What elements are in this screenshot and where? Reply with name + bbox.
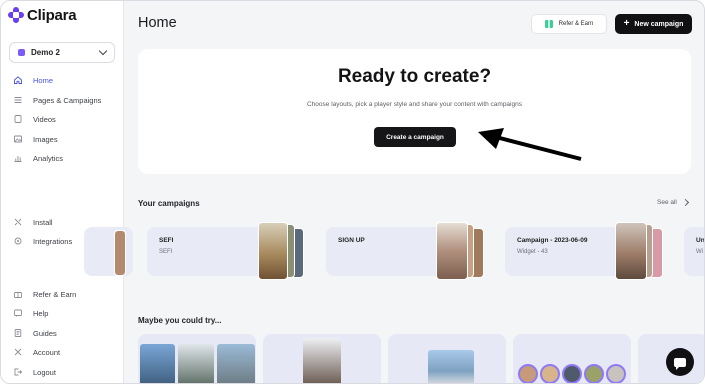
- chat-icon: [674, 357, 686, 370]
- sidebar-item-home[interactable]: Home: [1, 71, 123, 89]
- sidebar-item-images[interactable]: Images: [1, 130, 123, 148]
- avatar: [518, 364, 538, 383]
- sidebar-item-logout[interactable]: Logout: [1, 363, 123, 381]
- campaign-name: SEFI: [159, 237, 174, 244]
- suggestion-card[interactable]: [388, 334, 506, 383]
- workspace-selector[interactable]: Demo 2: [9, 42, 115, 63]
- install-icon: [13, 217, 23, 227]
- sidebar-item-guides[interactable]: Guides: [1, 324, 123, 342]
- campaign-card[interactable]: Campaign - 2023-06-09 Widget - 43: [505, 222, 663, 280]
- see-all-label: See all: [657, 199, 677, 206]
- main-content: Home Refer & Earn + New campaign Ready t…: [84, 1, 705, 383]
- suggestions-section-title: Maybe you could try...: [138, 316, 222, 325]
- gift-icon: [13, 289, 23, 299]
- avatar: [606, 364, 626, 383]
- campaign-card-partial[interactable]: Un Wi: [684, 227, 705, 276]
- clipara-logo-icon: [8, 7, 24, 23]
- arrow-pointer-icon: [478, 128, 582, 161]
- sidebar-item-label: Logout: [33, 367, 56, 377]
- chevron-down-icon: [98, 46, 108, 56]
- sidebar-item-label: Analytics: [33, 153, 64, 163]
- campaign-name: Un: [696, 237, 705, 244]
- sidebar-item-label: Images: [33, 134, 58, 144]
- sidebar-item-label: Pages & Campaigns: [33, 95, 102, 105]
- new-campaign-label: New campaign: [634, 20, 684, 28]
- suggestion-thumbnail: [178, 344, 214, 383]
- app-name: Clipara: [27, 6, 77, 24]
- sidebar-item-label: Refer & Earn: [33, 289, 77, 299]
- sidebar-item-label: Integrations: [33, 236, 73, 246]
- sidebar-item-analytics[interactable]: Analytics: [1, 149, 123, 167]
- integrations-icon: [13, 236, 23, 246]
- video-icon: [13, 114, 23, 124]
- campaign-thumbnails: [615, 222, 667, 282]
- chat-support-button[interactable]: [666, 348, 694, 376]
- avatar: [562, 364, 582, 383]
- suggestion-thumbnail: [217, 344, 255, 383]
- suggestion-thumbnail: [140, 344, 175, 383]
- chevron-right-icon: [681, 198, 689, 207]
- sidebar: Clipara Demo 2 Home Pages & Campaigns Vi…: [1, 1, 124, 383]
- sidebar-item-label: Account: [33, 347, 61, 357]
- new-campaign-button[interactable]: + New campaign: [615, 14, 692, 34]
- campaign-meta: Wi: [696, 249, 703, 255]
- help-icon: [13, 308, 23, 318]
- see-all-link[interactable]: See all: [657, 198, 689, 207]
- app-logo[interactable]: Clipara: [8, 6, 77, 24]
- app-window: Clipara Demo 2 Home Pages & Campaigns Vi…: [0, 0, 705, 384]
- suggestion-card[interactable]: [138, 334, 256, 383]
- avatar: [540, 364, 560, 383]
- campaign-thumbnails: [258, 222, 310, 282]
- sidebar-item-label: Install: [33, 217, 53, 227]
- create-campaign-button[interactable]: Create a campaign: [374, 127, 456, 147]
- list-icon: [13, 95, 23, 105]
- refer-earn-button[interactable]: Refer & Earn: [531, 14, 607, 34]
- campaign-meta: SEFI: [159, 249, 173, 255]
- guides-icon: [13, 328, 23, 338]
- sidebar-item-pages-campaigns[interactable]: Pages & Campaigns: [1, 91, 123, 109]
- campaign-name: Campaign - 2023-06-09: [517, 237, 588, 244]
- sidebar-item-label: Videos: [33, 114, 56, 124]
- refer-earn-label: Refer & Earn: [558, 21, 594, 27]
- campaign-thumbnails: [436, 222, 488, 282]
- image-icon: [13, 134, 23, 144]
- analytics-icon: [13, 153, 23, 163]
- sidebar-item-label: Home: [33, 75, 54, 85]
- campaigns-section-title: Your campaigns: [138, 199, 200, 208]
- sidebar-item-help[interactable]: Help: [1, 304, 123, 322]
- campaign-name: SIGN UP: [338, 237, 365, 244]
- suggestion-thumbnail: [303, 338, 341, 383]
- campaign-meta: Widget - 43: [517, 249, 548, 255]
- campaign-card[interactable]: SIGN UP: [326, 222, 484, 280]
- avatar: [584, 364, 604, 383]
- sidebar-item-videos[interactable]: Videos: [1, 110, 123, 128]
- workspace-label: Demo 2: [31, 48, 60, 57]
- campaign-card-partial[interactable]: [84, 227, 133, 276]
- sidebar-item-label: Help: [33, 308, 49, 318]
- home-icon: [13, 75, 23, 85]
- hero-subtitle: Choose layouts, pick a player style and …: [307, 101, 522, 108]
- logout-icon: [13, 367, 23, 377]
- campaign-card[interactable]: SEFI SEFI: [147, 222, 304, 280]
- suggestion-thumbnail: [428, 350, 474, 383]
- hero-title: Ready to create?: [337, 66, 492, 87]
- sidebar-item-label: Guides: [33, 328, 57, 338]
- suggestion-card[interactable]: [513, 334, 631, 383]
- plus-icon: +: [623, 17, 630, 29]
- page-title: Home: [138, 15, 177, 31]
- sidebar-item-refer-earn[interactable]: Refer & Earn: [1, 285, 123, 303]
- workspace-icon: [18, 49, 25, 56]
- sidebar-item-account[interactable]: Account: [1, 343, 123, 361]
- hero-card: Ready to create? Choose layouts, pick a …: [138, 49, 691, 174]
- gift-icon: [544, 20, 553, 28]
- account-icon: [13, 347, 23, 357]
- suggestion-card[interactable]: [263, 334, 381, 383]
